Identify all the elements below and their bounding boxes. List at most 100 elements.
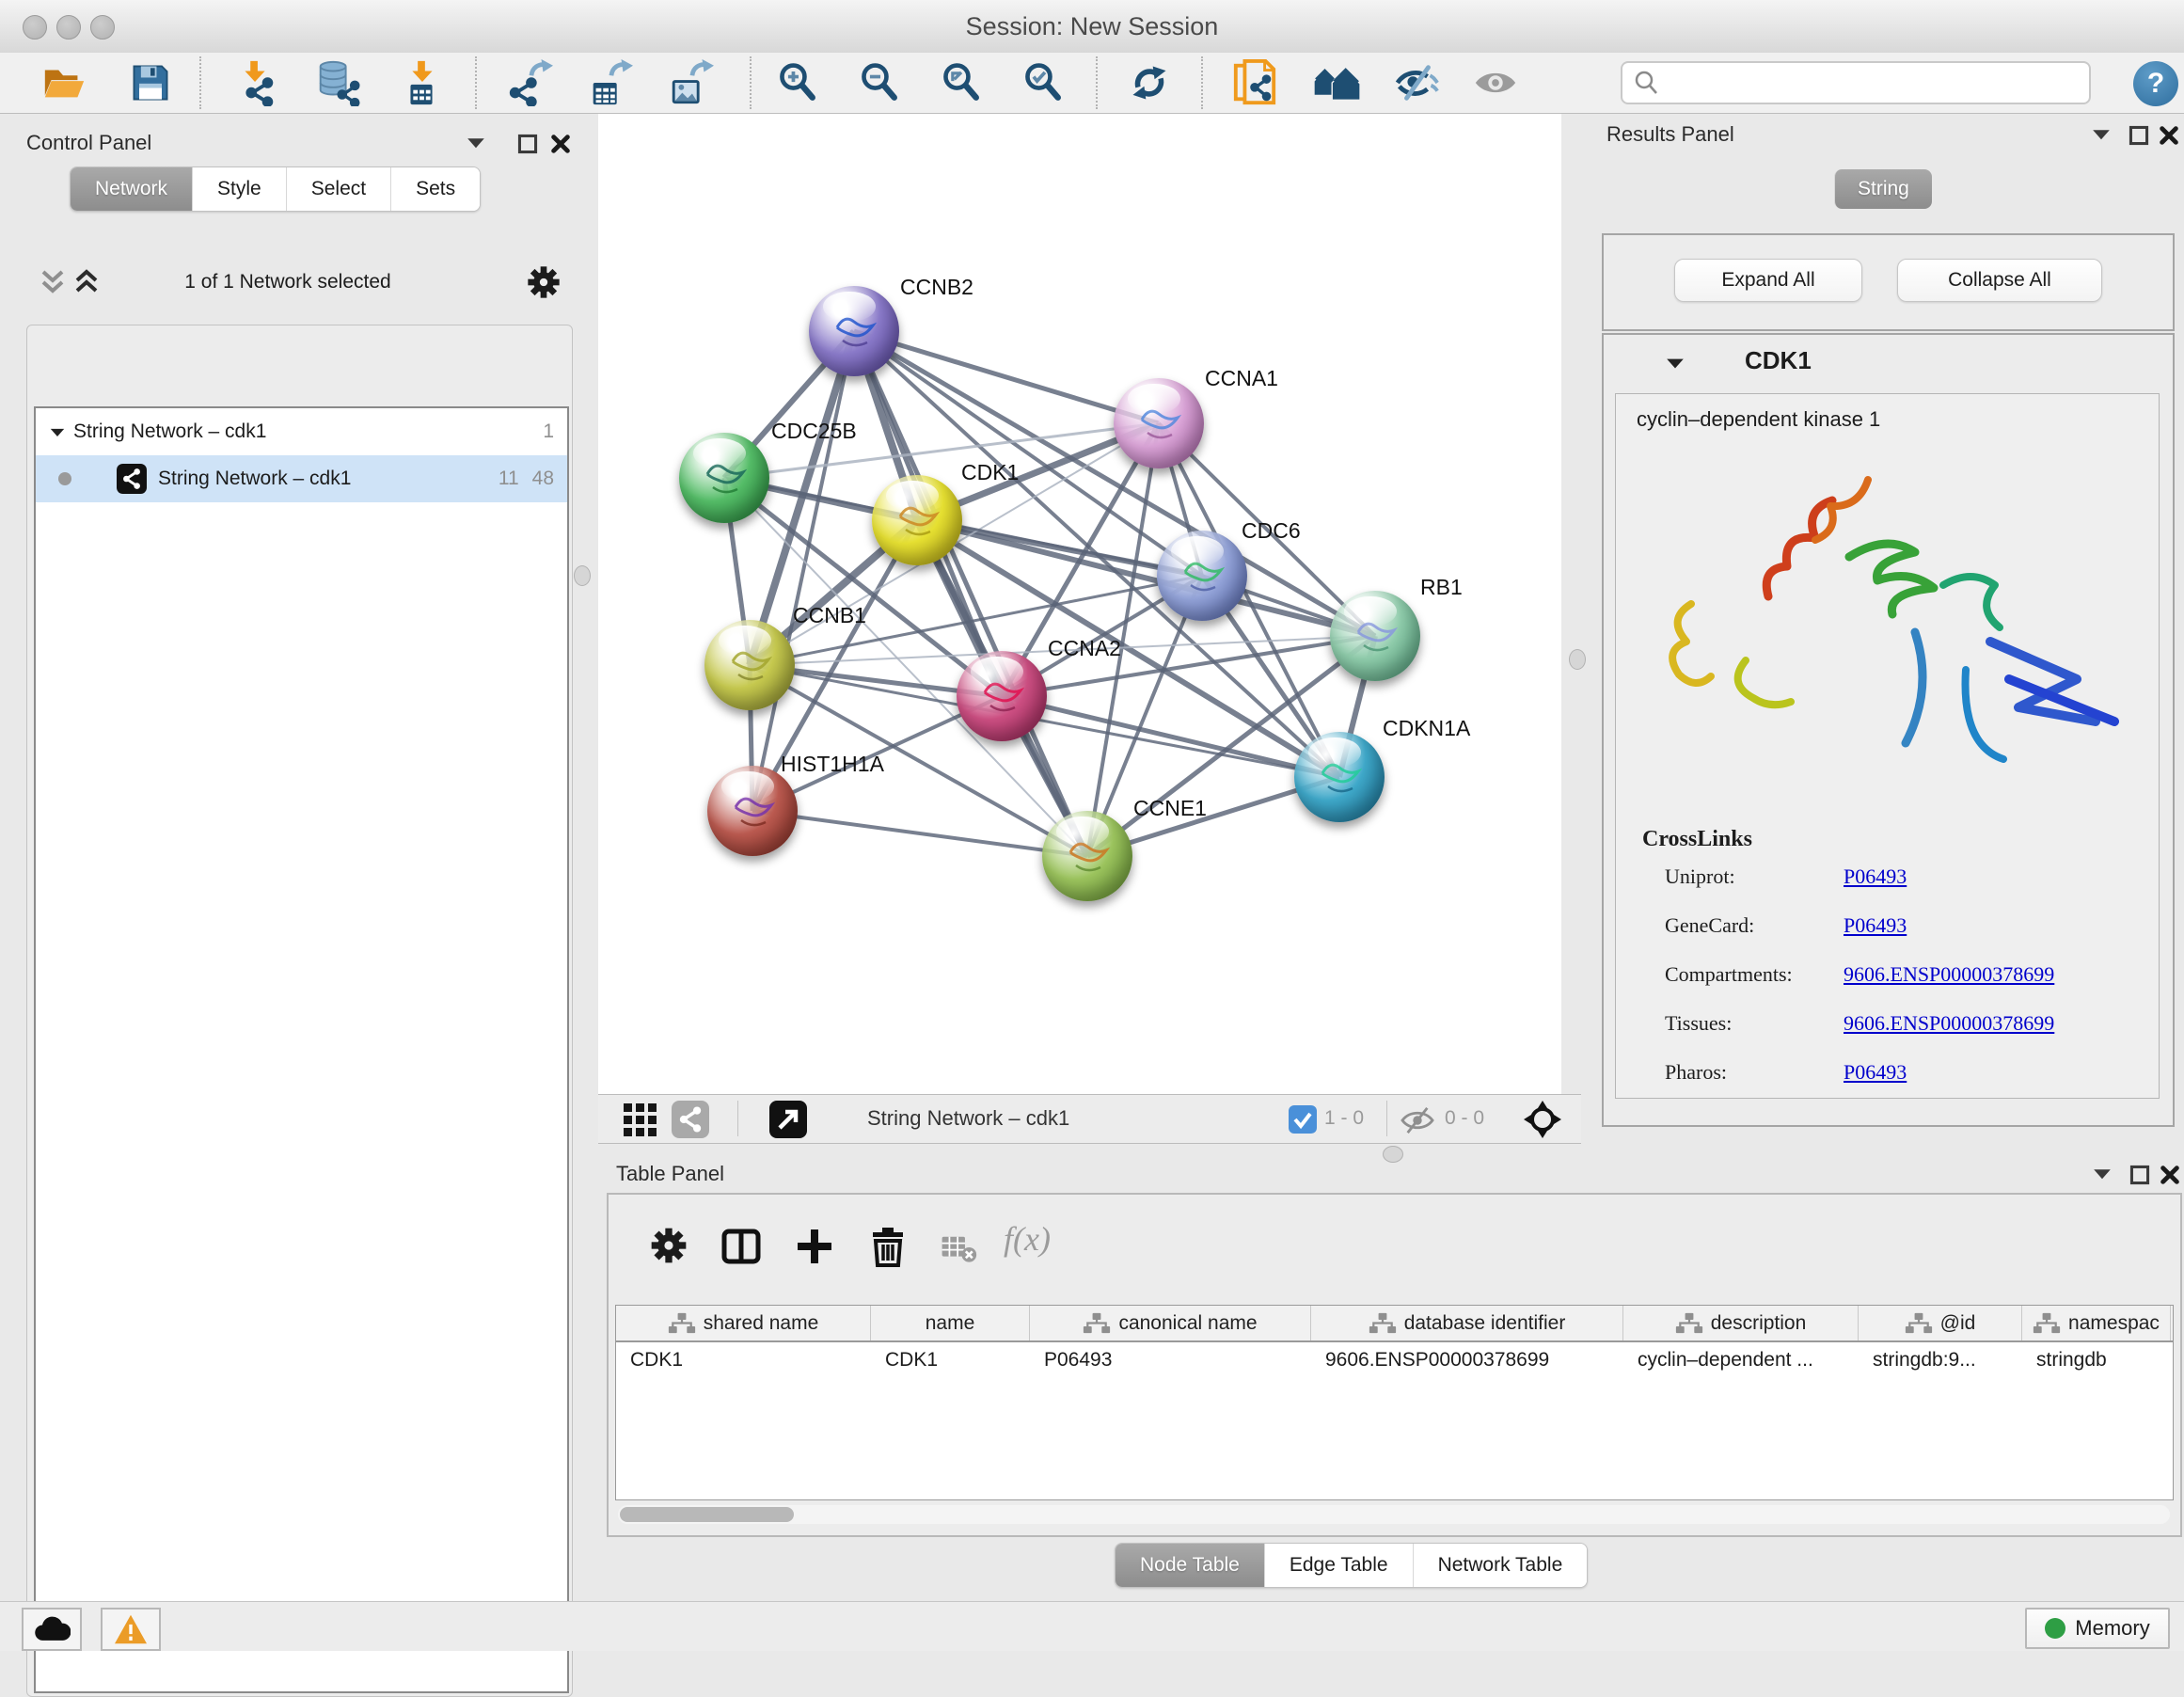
birdseye-view-icon[interactable]	[769, 1101, 807, 1138]
vertical-splitter-handle[interactable]	[574, 565, 591, 586]
network-node-rb1[interactable]	[1330, 591, 1420, 681]
collapse-result-icon[interactable]	[1665, 356, 1685, 371]
close-panel-icon[interactable]	[550, 134, 571, 152]
network-edge[interactable]	[752, 331, 854, 811]
export-network-button[interactable]	[503, 58, 556, 107]
network-view-canvas[interactable]: CCNB2 CCNA1 CDC25B CDK1 CDC6 RB1 CCNB1 C…	[598, 114, 1561, 1094]
delete-table-icon[interactable]	[938, 1229, 979, 1266]
import-network-from-database-button[interactable]	[310, 58, 363, 107]
show-all-button[interactable]	[1469, 58, 1522, 107]
grid-view-icon[interactable]	[621, 1101, 658, 1138]
column-header-namespac[interactable]: namespac	[2022, 1306, 2171, 1340]
first-neighbors-button[interactable]	[1228, 58, 1281, 107]
table-gear-icon[interactable]	[648, 1225, 689, 1266]
collection-expander-icon[interactable]	[49, 426, 73, 438]
network-node-hist1h1a[interactable]	[707, 766, 798, 856]
horizontal-scrollbar[interactable]	[618, 1505, 2170, 1524]
tab-select[interactable]: Select	[286, 167, 390, 211]
tab-node-table[interactable]: Node Table	[1116, 1544, 1264, 1587]
table-cell[interactable]: CDK1	[871, 1342, 1030, 1377]
network-row[interactable]: String Network – cdk1 11 48	[36, 455, 567, 502]
zoom-fit-button[interactable]	[936, 58, 989, 107]
network-badge-icon[interactable]	[672, 1101, 709, 1138]
column-header-description[interactable]: description	[1623, 1306, 1859, 1340]
column-header-database-identifier[interactable]: database identifier	[1311, 1306, 1623, 1340]
table-cell[interactable]: stringdb	[2022, 1342, 2171, 1377]
import-table-button[interactable]	[395, 58, 448, 107]
crosslink-value-link[interactable]: P06493	[1844, 1060, 1907, 1085]
open-session-button[interactable]	[38, 58, 90, 107]
network-node-cdk1[interactable]	[872, 475, 962, 565]
add-column-icon[interactable]	[793, 1225, 836, 1268]
function-builder-icon[interactable]: f(x)	[1004, 1219, 1051, 1259]
apply-layout-button[interactable]	[1123, 58, 1176, 107]
network-node-ccnb2[interactable]	[809, 286, 899, 376]
network-node-cdkn1a[interactable]	[1294, 732, 1385, 822]
cloud-status-button[interactable]	[22, 1608, 82, 1651]
memory-button[interactable]: Memory	[2025, 1608, 2170, 1649]
tab-network-table[interactable]: Network Table	[1413, 1544, 1588, 1587]
network-node-cdc6[interactable]	[1157, 531, 1247, 621]
show-columns-icon[interactable]	[720, 1225, 763, 1268]
close-panel-icon[interactable]	[2159, 125, 2179, 144]
help-button[interactable]: ?	[2133, 61, 2178, 106]
float-panel-icon[interactable]	[2129, 1165, 2150, 1183]
crosslink-value-link[interactable]: P06493	[1844, 864, 1907, 889]
import-network-button[interactable]	[229, 58, 282, 107]
column-header-@id[interactable]: @id	[1859, 1306, 2022, 1340]
crosshair-locate-icon[interactable]	[1522, 1099, 1563, 1140]
zoom-selected-button[interactable]	[1018, 58, 1070, 107]
crosslink-value-link[interactable]: P06493	[1844, 913, 1907, 938]
selected-checkbox-icon[interactable]	[1289, 1105, 1317, 1134]
network-node-ccna2[interactable]	[957, 651, 1047, 741]
table-cell[interactable]: cyclin–dependent ...	[1623, 1342, 1859, 1377]
scrollbar-thumb[interactable]	[620, 1507, 794, 1522]
network-node-cdc25b[interactable]	[679, 433, 769, 523]
export-image-button[interactable]	[664, 58, 717, 107]
zoom-in-button[interactable]	[772, 58, 825, 107]
toolbar-separator	[750, 56, 752, 109]
save-session-button[interactable]	[124, 58, 177, 107]
tab-style[interactable]: Style	[192, 167, 286, 211]
network-edge[interactable]	[1002, 696, 1339, 777]
gear-icon[interactable]	[525, 263, 562, 301]
table-cell[interactable]: CDK1	[616, 1342, 871, 1377]
network-node-ccnb1[interactable]	[704, 620, 795, 710]
export-table-button[interactable]	[583, 58, 636, 107]
search-input[interactable]	[1660, 70, 2089, 96]
delete-column-icon[interactable]	[866, 1225, 910, 1268]
network-node-ccna1[interactable]	[1114, 378, 1204, 468]
close-panel-icon[interactable]	[2160, 1165, 2180, 1183]
group-nodes-button[interactable]	[1311, 58, 1364, 107]
tab-network[interactable]: Network	[71, 167, 192, 211]
expand-all-button[interactable]: Expand All	[1674, 259, 1862, 302]
warnings-button[interactable]	[101, 1608, 161, 1651]
zoom-out-button[interactable]	[854, 58, 907, 107]
collapse-all-button[interactable]: Collapse All	[1897, 259, 2102, 302]
column-header-shared-name[interactable]: shared name	[616, 1306, 871, 1340]
network-node-ccne1[interactable]	[1042, 811, 1132, 901]
eye-icon	[1472, 59, 1519, 106]
tab-edge-table[interactable]: Edge Table	[1264, 1544, 1413, 1587]
panel-menu-icon[interactable]	[466, 135, 486, 154]
column-header-canonical-name[interactable]: canonical name	[1030, 1306, 1311, 1340]
column-header-name[interactable]: name	[871, 1306, 1030, 1340]
table-cell[interactable]: stringdb:9...	[1859, 1342, 2022, 1377]
hide-selected-button[interactable]	[1391, 58, 1444, 107]
crosslink-value-link[interactable]: 9606.ENSP00000378699	[1844, 962, 2054, 987]
table-cell[interactable]: 9606.ENSP00000378699	[1311, 1342, 1623, 1377]
search-box[interactable]	[1621, 61, 2091, 104]
hidden-eye-icon[interactable]	[1400, 1105, 1435, 1135]
network-edge[interactable]	[752, 811, 1087, 856]
table-cell[interactable]: P06493	[1030, 1342, 1311, 1377]
network-edge[interactable]	[854, 331, 1087, 856]
network-collection-row[interactable]: String Network – cdk1 1	[36, 408, 567, 455]
float-panel-icon[interactable]	[517, 134, 538, 152]
panel-menu-icon[interactable]	[2091, 127, 2112, 146]
crosslink-value-link[interactable]: 9606.ENSP00000378699	[1844, 1011, 2054, 1036]
tab-sets[interactable]: Sets	[390, 167, 480, 211]
tab-string[interactable]: String	[1834, 169, 1932, 209]
panel-menu-icon[interactable]	[2092, 1166, 2113, 1185]
table-row[interactable]: CDK1CDK1P064939606.ENSP00000378699cyclin…	[616, 1342, 2173, 1377]
float-panel-icon[interactable]	[2129, 125, 2149, 144]
